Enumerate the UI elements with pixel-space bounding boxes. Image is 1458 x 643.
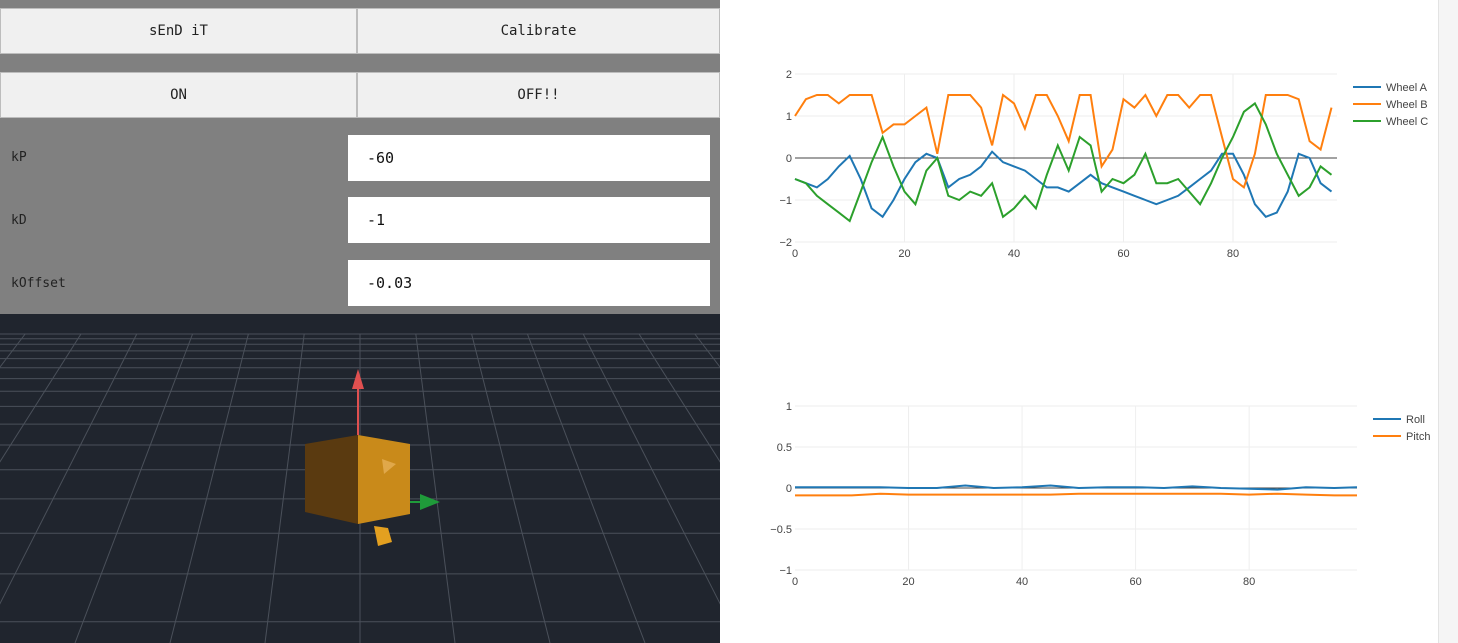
y-tick-label: −0.5 — [770, 524, 792, 536]
on-button[interactable]: ON — [0, 72, 357, 118]
wheel-chart: 2 1 0 −1 −2 0 20 40 60 80 Wheel A Wheel B Wheel C — [740, 60, 1440, 270]
series-line — [795, 492, 1357, 497]
scrollbar[interactable] — [1438, 0, 1458, 643]
koffset-input[interactable] — [348, 260, 710, 306]
legend-label: Roll — [1406, 414, 1425, 426]
x-tick-label: 40 — [1016, 576, 1028, 588]
kd-input[interactable] — [348, 197, 710, 243]
legend-label: Wheel A — [1386, 82, 1428, 94]
cube-side-face — [305, 435, 358, 524]
x-tick-label: 0 — [792, 576, 798, 588]
calibrate-button[interactable]: Calibrate — [357, 8, 720, 54]
y-tick-label: 1 — [786, 111, 792, 123]
y-tick-label: 0.5 — [777, 442, 792, 454]
grid-line — [638, 333, 720, 463]
grid-line — [526, 333, 646, 643]
grid-line — [582, 333, 720, 605]
x-tick-label: 0 — [792, 248, 798, 260]
grid-line — [169, 333, 249, 643]
koffset-label: kOffset — [11, 276, 66, 291]
x-tick-label: 20 — [902, 576, 914, 588]
legend-label: Wheel C — [1386, 116, 1428, 128]
grid-line — [0, 333, 82, 463]
kd-label: kD — [11, 213, 27, 228]
control-panel: sEnD iT Calibrate ON OFF!! kP kD kOffset — [0, 0, 720, 643]
y-tick-label: 2 — [786, 69, 792, 81]
kp-label: kP — [11, 150, 27, 165]
y-tick-label: −1 — [779, 565, 792, 577]
y-tick-label: 0 — [786, 483, 792, 495]
legend-label: Pitch — [1406, 431, 1430, 443]
x-tick-label: 60 — [1129, 576, 1141, 588]
off-button[interactable]: OFF!! — [357, 72, 720, 118]
orientation-chart: 1 0.5 0 −0.5 −1 0 20 40 60 80 Roll Pitch — [740, 390, 1440, 590]
series-line — [794, 101, 1333, 223]
3d-viewport[interactable] — [0, 314, 720, 643]
orientation-chart-svg: 10.50−0.5−10 20 40 60 80RollPitch — [770, 401, 1430, 588]
y-tick-label: −1 — [779, 195, 792, 207]
forward-axis-arrow — [374, 526, 392, 546]
3d-scene — [0, 333, 720, 643]
send-button[interactable]: sEnD iT — [0, 8, 357, 54]
legend-label: Wheel B — [1386, 99, 1428, 111]
x-tick-label: 20 — [898, 248, 910, 260]
right-axis-arrow — [420, 494, 440, 510]
cube-front-face — [358, 435, 410, 524]
grid-line — [415, 333, 456, 643]
x-tick-label: 80 — [1243, 576, 1255, 588]
series-line — [794, 150, 1333, 219]
wheel-chart-svg: 210−1−20 20 40 60 80Wheel AWheel BWheel C — [779, 69, 1428, 260]
x-tick-label: 60 — [1117, 248, 1129, 260]
y-tick-label: −2 — [779, 237, 792, 249]
grid-line — [74, 333, 194, 643]
x-tick-label: 40 — [1008, 248, 1020, 260]
y-tick-label: 1 — [786, 401, 792, 413]
kp-input[interactable] — [348, 135, 710, 181]
x-tick-label: 80 — [1227, 248, 1239, 260]
grid-line — [0, 333, 138, 605]
grid-line — [471, 333, 551, 643]
y-tick-label: 0 — [786, 153, 792, 165]
series-line — [794, 93, 1333, 190]
grid-line — [264, 333, 305, 643]
orientation-cube — [305, 435, 410, 524]
